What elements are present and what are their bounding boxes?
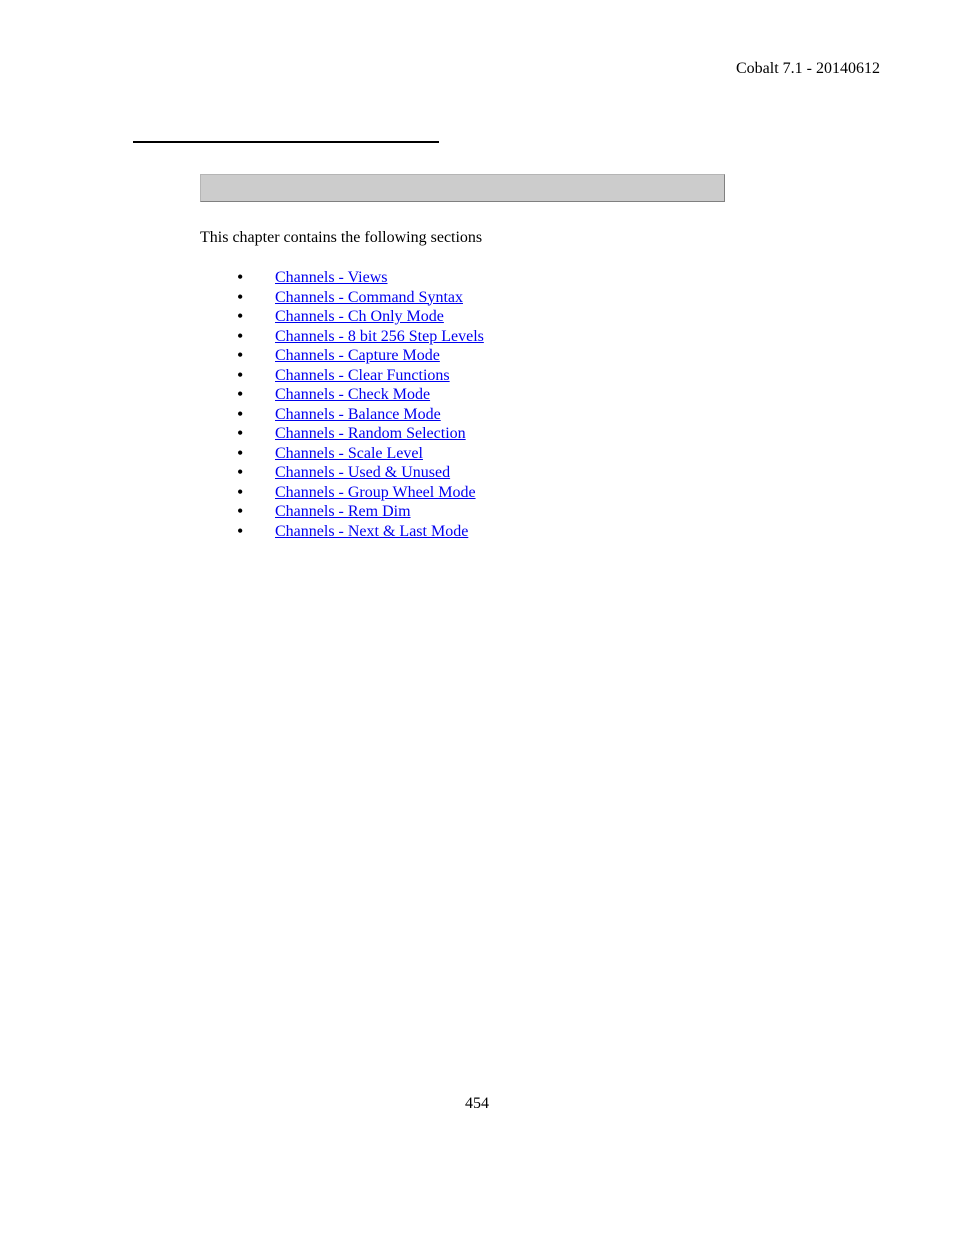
link-channels-used-unused[interactable]: Channels - Used & Unused	[275, 464, 450, 481]
link-channels-rem-dim[interactable]: Channels - Rem Dim	[275, 503, 411, 520]
link-channels-balance-mode[interactable]: Channels - Balance Mode	[275, 406, 441, 423]
list-item: Channels - Scale Level	[237, 444, 484, 464]
list-item: Channels - 8 bit 256 Step Levels	[237, 327, 484, 347]
link-channels-scale-level[interactable]: Channels - Scale Level	[275, 445, 423, 462]
header-text: Cobalt 7.1 - 20140612	[736, 60, 880, 78]
link-channels-check-mode[interactable]: Channels - Check Mode	[275, 386, 430, 403]
link-channels-random-selection[interactable]: Channels - Random Selection	[275, 425, 466, 442]
link-channels-8-bit-levels[interactable]: Channels - 8 bit 256 Step Levels	[275, 328, 484, 345]
link-channels-capture-mode[interactable]: Channels - Capture Mode	[275, 347, 440, 364]
intro-text: This chapter contains the following sect…	[200, 229, 482, 247]
list-item: Channels - Capture Mode	[237, 346, 484, 366]
page-number: 454	[465, 1095, 489, 1113]
section-divider	[133, 141, 439, 143]
list-item: Channels - Group Wheel Mode	[237, 483, 484, 503]
link-channels-group-wheel-mode[interactable]: Channels - Group Wheel Mode	[275, 484, 476, 501]
list-item: Channels - Views	[237, 268, 484, 288]
link-channels-next-last-mode[interactable]: Channels - Next & Last Mode	[275, 523, 468, 540]
link-channels-clear-functions[interactable]: Channels - Clear Functions	[275, 367, 450, 384]
link-channels-command-syntax[interactable]: Channels - Command Syntax	[275, 289, 463, 306]
section-title-box	[200, 174, 725, 202]
contents-list: Channels - Views Channels - Command Synt…	[237, 268, 484, 541]
list-item: Channels - Random Selection	[237, 424, 484, 444]
list-item: Channels - Clear Functions	[237, 366, 484, 386]
link-channels-ch-only-mode[interactable]: Channels - Ch Only Mode	[275, 308, 444, 325]
list-item: Channels - Ch Only Mode	[237, 307, 484, 327]
list-item: Channels - Rem Dim	[237, 502, 484, 522]
list-item: Channels - Next & Last Mode	[237, 522, 484, 542]
list-item: Channels - Command Syntax	[237, 288, 484, 308]
list-item: Channels - Balance Mode	[237, 405, 484, 425]
list-item: Channels - Check Mode	[237, 385, 484, 405]
list-item: Channels - Used & Unused	[237, 463, 484, 483]
link-channels-views[interactable]: Channels - Views	[275, 269, 388, 286]
